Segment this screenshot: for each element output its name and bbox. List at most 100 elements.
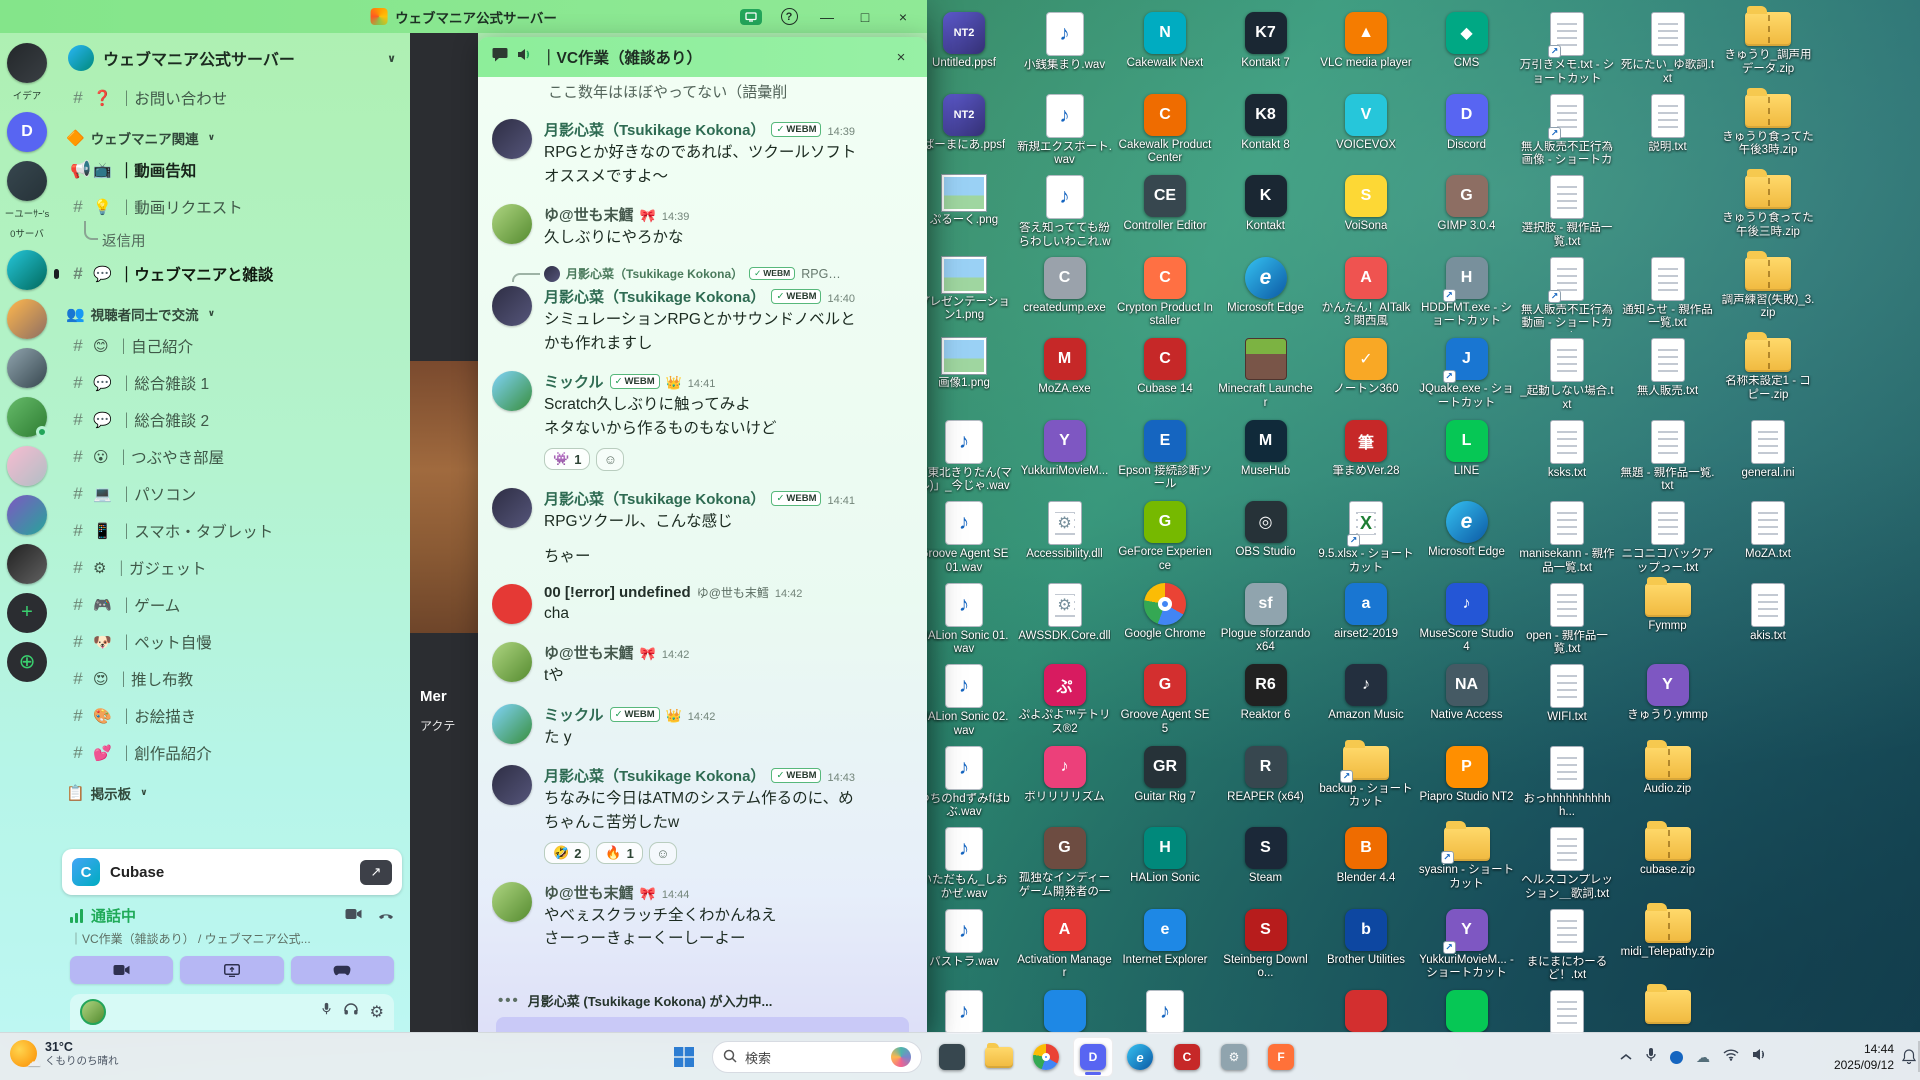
weather-widget[interactable]: ☁ 31°C くもりのち晴れ (10, 1040, 119, 1068)
desktop-icon[interactable]: VVOICEVOX (1318, 94, 1414, 153)
desktop-icon[interactable]: Yきゅうり.ymmp (1620, 664, 1716, 723)
channel-category[interactable]: 🔶ウェブマニア関連∨ (62, 116, 402, 151)
desktop-icon[interactable]: 画像1.png (916, 338, 1012, 391)
desktop-icon[interactable]: GGeForce Experience (1117, 501, 1213, 573)
message-author[interactable]: 月影心菜（Tsukikage Kokona） (544, 488, 765, 509)
channel-item[interactable]: #💻｜パソコン (62, 475, 402, 512)
server-name-text[interactable]: イデア (2, 92, 52, 103)
desktop-icon[interactable]: 名称未設定1 - コピー.zip (1720, 338, 1816, 402)
taskbar-app-task-view[interactable] (932, 1037, 972, 1077)
start-button[interactable] (664, 1037, 704, 1077)
reaction-pill[interactable]: 👾1 (544, 448, 590, 470)
desktop-icon[interactable]: midi_Telepathy.zip (1620, 909, 1716, 960)
desktop-icon[interactable]: HHALion Sonic (1117, 827, 1213, 886)
desktop-icon[interactable]: Ccreatedump.exe (1017, 257, 1113, 316)
taskbar-app-firefox[interactable]: F (1261, 1037, 1301, 1077)
desktop-icon[interactable]: sfPlogue sforzando x64 (1218, 583, 1314, 655)
desktop-icon[interactable]: Y↗YukkuriMovieM... - ショートカット (1419, 909, 1515, 981)
desktop-icon[interactable]: ✓ノートン360 (1318, 338, 1414, 397)
desktop-icon[interactable]: MoZA.txt (1720, 501, 1816, 562)
desktop-icon[interactable]: ↗backup - ショートカット (1318, 746, 1414, 810)
screen-share-button-2[interactable] (180, 956, 283, 984)
taskbar-app-settings[interactable]: ⚙ (1214, 1037, 1254, 1077)
desktop-icon[interactable]: ♪Groove Agent SE 01.wav (916, 501, 1012, 575)
channel-item[interactable]: #😮｜つぶやき部屋 (62, 438, 402, 475)
add-reaction-button[interactable]: ☺ (649, 842, 677, 865)
cloud-icon[interactable]: ☁ (1696, 1049, 1710, 1066)
message-author[interactable]: ゆ@世も末鱈 (544, 642, 634, 663)
desktop-icon[interactable]: ♪いただもん_しおかぜ.wav (916, 827, 1012, 901)
channel-item[interactable]: #😍｜推し布教 (62, 660, 402, 697)
open-activity-button[interactable]: ↗ (360, 860, 392, 885)
desktop-icon[interactable]: AActivation Manager (1017, 909, 1113, 981)
desktop-icon[interactable]: YYukkuriMovieM... (1017, 420, 1113, 479)
chat-message[interactable]: 月影心菜（Tsukikage Kokona）✓WEBM14:39RPGとか好きな… (492, 119, 913, 187)
reaction-pill[interactable]: 🔥1 (596, 842, 642, 864)
taskbar-app-file-explorer[interactable] (979, 1037, 1019, 1077)
desktop-icon[interactable]: CCakewalk Product Center (1117, 94, 1213, 166)
server-avatar[interactable] (7, 397, 47, 437)
desktop-icon[interactable]: ↗無人販売不正行為画像 - ショートカッ... (1519, 94, 1615, 169)
close-icon[interactable]: × (889, 49, 913, 66)
close-button[interactable]: × (885, 3, 921, 30)
help-button[interactable]: ? (771, 3, 807, 30)
server-avatar[interactable] (7, 544, 47, 584)
server-avatar[interactable] (7, 299, 47, 339)
taskbar-app-cubase[interactable]: C (1167, 1037, 1207, 1077)
desktop-icon[interactable]: GGroove Agent SE 5 (1117, 664, 1213, 736)
desktop-icon[interactable]: NT2ぱーまにあ.ppsf (916, 94, 1012, 153)
desktop-icon[interactable]: CCrypton Product Installer (1117, 257, 1213, 329)
desktop-icon[interactable]: ↗万引きメモ.txt - ショートカット (1519, 12, 1615, 86)
desktop-icon[interactable]: 無人販売.txt (1620, 338, 1716, 399)
desktop-icon[interactable]: 無題 - 親作品一覧.txt (1620, 420, 1716, 494)
channel-item[interactable]: #💬｜ウェブマニアと雑談 (62, 255, 402, 292)
channel-item[interactable]: #💬｜総合雑談 1 (62, 364, 402, 401)
server-name-text[interactable]: ーユーｻｰ's (2, 210, 52, 221)
add-reaction-button[interactable]: ☺ (596, 448, 624, 471)
desktop-icon[interactable]: 調声練習(失敗)_3.zip (1720, 257, 1816, 321)
desktop-icon[interactable]: BBlender 4.4 (1318, 827, 1414, 886)
channel-item[interactable]: #😊｜自己紹介 (62, 327, 402, 364)
desktop-icon[interactable]: WIFI.txt (1519, 664, 1615, 725)
desktop-icon[interactable]: eMicrosoft Edge (1419, 501, 1515, 560)
activities-button[interactable] (291, 956, 394, 984)
desktop-icon[interactable]: CEController Editor (1117, 175, 1213, 234)
desktop-icon[interactable]: ▲VLC media player (1318, 12, 1414, 71)
channel-item[interactable]: #💬｜総合雑談 2 (62, 401, 402, 438)
message-author[interactable]: ミックル (544, 371, 604, 392)
message-author[interactable]: ゆ@世も末鱈 (544, 882, 634, 903)
desktop-icon[interactable]: K8Kontakt 8 (1218, 94, 1314, 153)
desktop-icon[interactable]: ♪MuseScore Studio 4 (1419, 583, 1515, 655)
desktop-icon[interactable]: SSteinberg Downlo... (1218, 909, 1314, 981)
desktop-icon[interactable]: ぷるーく.png (916, 175, 1012, 228)
desktop-icon[interactable]: ヘルスコンプレッション＿歌詞.txt (1519, 827, 1615, 901)
chevron-up-icon[interactable] (1620, 1048, 1632, 1066)
desktop-icon[interactable]: ぷぷよぷよ™テトリス®2 (1017, 664, 1113, 736)
wifi-icon[interactable] (1723, 1048, 1739, 1066)
desktop-icon[interactable]: ♪HALion Sonic 01.wav (916, 583, 1012, 657)
channel-thread[interactable]: 返信用 (62, 225, 402, 255)
desktop-icon[interactable]: Minecraft Launcher (1218, 338, 1314, 410)
desktop-icon[interactable]: ♪ (916, 990, 1012, 1037)
desktop-icon[interactable]: 死にたい_ゆ歌詞.txt (1620, 12, 1716, 86)
desktop-icon[interactable]: ◎OBS Studio (1218, 501, 1314, 560)
desktop-icon[interactable]: ♪答え知ってても紛らわしいわこれ.wav (1017, 175, 1113, 250)
desktop-icon[interactable] (1519, 990, 1615, 1037)
search-input[interactable]: 検索 (712, 1041, 922, 1073)
server-avatar[interactable] (7, 348, 47, 388)
copilot-icon[interactable] (891, 1047, 911, 1067)
desktop-icon[interactable]: ⚙AWSSDK.Core.dll (1017, 583, 1113, 644)
server-avatar[interactable] (7, 43, 47, 83)
channel-item[interactable]: #🎮｜ゲーム (62, 586, 402, 623)
taskbar-app-edge[interactable]: e (1120, 1037, 1160, 1077)
desktop-icon[interactable]: Fymmp (1620, 583, 1716, 634)
channel-item[interactable]: #⚙｜ガジェット (62, 549, 402, 586)
headphones-icon[interactable] (344, 1002, 358, 1022)
desktop-icon[interactable]: NCakewalk Next (1117, 12, 1213, 71)
desktop-icon[interactable]: まにまにわーるど！.txt (1519, 909, 1615, 983)
channel-item[interactable]: #📱｜スマホ・タブレット (62, 512, 402, 549)
disconnect-icon[interactable] (378, 907, 394, 925)
desktop-icon[interactable]: ♪「東北きりたん(マル)」_今じゃ.wav (916, 420, 1012, 494)
desktop-icon[interactable]: NANative Access (1419, 664, 1515, 723)
desktop-icon[interactable]: SVoiSona (1318, 175, 1414, 234)
